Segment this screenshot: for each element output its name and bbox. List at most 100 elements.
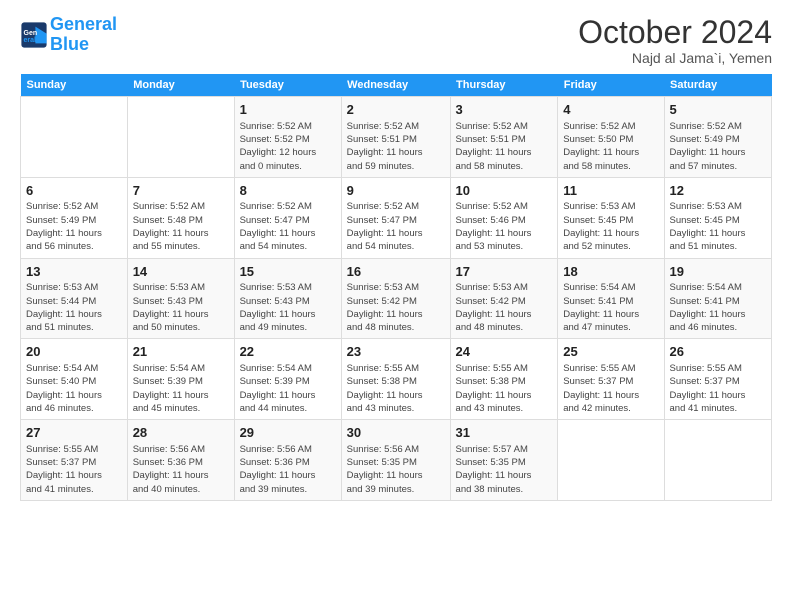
day-number: 9 [347,182,445,200]
day-info: Sunrise: 5:52 AMSunset: 5:50 PMDaylight:… [563,120,658,173]
calendar-cell: 2Sunrise: 5:52 AMSunset: 5:51 PMDaylight… [341,97,450,178]
calendar-cell: 31Sunrise: 5:57 AMSunset: 5:35 PMDayligh… [450,420,558,501]
day-number: 26 [670,343,766,361]
calendar-cell: 26Sunrise: 5:55 AMSunset: 5:37 PMDayligh… [664,339,771,420]
calendar-cell: 23Sunrise: 5:55 AMSunset: 5:38 PMDayligh… [341,339,450,420]
calendar-cell: 4Sunrise: 5:52 AMSunset: 5:50 PMDaylight… [558,97,664,178]
calendar-cell: 20Sunrise: 5:54 AMSunset: 5:40 PMDayligh… [21,339,128,420]
calendar-cell: 5Sunrise: 5:52 AMSunset: 5:49 PMDaylight… [664,97,771,178]
calendar-cell: 9Sunrise: 5:52 AMSunset: 5:47 PMDaylight… [341,177,450,258]
day-info: Sunrise: 5:54 AMSunset: 5:39 PMDaylight:… [240,362,336,415]
day-number: 22 [240,343,336,361]
weekday-header-sunday: Sunday [21,74,128,97]
day-info: Sunrise: 5:55 AMSunset: 5:38 PMDaylight:… [347,362,445,415]
day-number: 30 [347,424,445,442]
svg-text:eral: eral [24,37,37,44]
weekday-header-saturday: Saturday [664,74,771,97]
day-info: Sunrise: 5:52 AMSunset: 5:47 PMDaylight:… [240,200,336,253]
day-number: 31 [456,424,553,442]
calendar-cell: 10Sunrise: 5:52 AMSunset: 5:46 PMDayligh… [450,177,558,258]
calendar-cell: 25Sunrise: 5:55 AMSunset: 5:37 PMDayligh… [558,339,664,420]
day-number: 20 [26,343,122,361]
day-info: Sunrise: 5:53 AMSunset: 5:42 PMDaylight:… [456,281,553,334]
day-number: 17 [456,263,553,281]
calendar-cell: 24Sunrise: 5:55 AMSunset: 5:38 PMDayligh… [450,339,558,420]
calendar-cell: 11Sunrise: 5:53 AMSunset: 5:45 PMDayligh… [558,177,664,258]
day-info: Sunrise: 5:52 AMSunset: 5:51 PMDaylight:… [456,120,553,173]
day-number: 24 [456,343,553,361]
calendar-cell: 1Sunrise: 5:52 AMSunset: 5:52 PMDaylight… [234,97,341,178]
day-number: 3 [456,101,553,119]
calendar-cell: 6Sunrise: 5:52 AMSunset: 5:49 PMDaylight… [21,177,128,258]
calendar-cell: 7Sunrise: 5:52 AMSunset: 5:48 PMDaylight… [127,177,234,258]
day-info: Sunrise: 5:52 AMSunset: 5:49 PMDaylight:… [670,120,766,173]
calendar-cell [664,420,771,501]
weekday-header-row: SundayMondayTuesdayWednesdayThursdayFrid… [21,74,772,97]
day-info: Sunrise: 5:56 AMSunset: 5:36 PMDaylight:… [133,443,229,496]
day-info: Sunrise: 5:53 AMSunset: 5:45 PMDaylight:… [670,200,766,253]
calendar-cell: 27Sunrise: 5:55 AMSunset: 5:37 PMDayligh… [21,420,128,501]
week-row-1: 1Sunrise: 5:52 AMSunset: 5:52 PMDaylight… [21,97,772,178]
calendar-cell: 14Sunrise: 5:53 AMSunset: 5:43 PMDayligh… [127,258,234,339]
calendar-cell: 19Sunrise: 5:54 AMSunset: 5:41 PMDayligh… [664,258,771,339]
day-info: Sunrise: 5:55 AMSunset: 5:37 PMDaylight:… [26,443,122,496]
calendar-cell [21,97,128,178]
day-number: 25 [563,343,658,361]
day-info: Sunrise: 5:52 AMSunset: 5:46 PMDaylight:… [456,200,553,253]
day-number: 2 [347,101,445,119]
calendar-cell [127,97,234,178]
day-info: Sunrise: 5:53 AMSunset: 5:43 PMDaylight:… [133,281,229,334]
calendar-cell: 30Sunrise: 5:56 AMSunset: 5:35 PMDayligh… [341,420,450,501]
day-number: 16 [347,263,445,281]
day-number: 7 [133,182,229,200]
calendar-cell: 28Sunrise: 5:56 AMSunset: 5:36 PMDayligh… [127,420,234,501]
day-info: Sunrise: 5:54 AMSunset: 5:40 PMDaylight:… [26,362,122,415]
main-container: Gen eral GeneralBlue October 2024 Najd a… [0,0,792,511]
day-number: 4 [563,101,658,119]
weekday-header-wednesday: Wednesday [341,74,450,97]
calendar-cell: 15Sunrise: 5:53 AMSunset: 5:43 PMDayligh… [234,258,341,339]
day-info: Sunrise: 5:52 AMSunset: 5:51 PMDaylight:… [347,120,445,173]
calendar-cell: 16Sunrise: 5:53 AMSunset: 5:42 PMDayligh… [341,258,450,339]
weekday-header-monday: Monday [127,74,234,97]
day-info: Sunrise: 5:52 AMSunset: 5:47 PMDaylight:… [347,200,445,253]
month-title: October 2024 [578,15,772,50]
day-info: Sunrise: 5:53 AMSunset: 5:44 PMDaylight:… [26,281,122,334]
calendar-cell: 21Sunrise: 5:54 AMSunset: 5:39 PMDayligh… [127,339,234,420]
calendar-cell: 22Sunrise: 5:54 AMSunset: 5:39 PMDayligh… [234,339,341,420]
calendar-cell [558,420,664,501]
day-info: Sunrise: 5:52 AMSunset: 5:48 PMDaylight:… [133,200,229,253]
calendar-cell: 13Sunrise: 5:53 AMSunset: 5:44 PMDayligh… [21,258,128,339]
logo-text: GeneralBlue [50,15,117,55]
day-number: 28 [133,424,229,442]
calendar-table: SundayMondayTuesdayWednesdayThursdayFrid… [20,74,772,501]
logo: Gen eral GeneralBlue [20,15,117,55]
day-number: 8 [240,182,336,200]
day-number: 23 [347,343,445,361]
weekday-header-thursday: Thursday [450,74,558,97]
day-number: 14 [133,263,229,281]
week-row-5: 27Sunrise: 5:55 AMSunset: 5:37 PMDayligh… [21,420,772,501]
calendar-cell: 17Sunrise: 5:53 AMSunset: 5:42 PMDayligh… [450,258,558,339]
week-row-4: 20Sunrise: 5:54 AMSunset: 5:40 PMDayligh… [21,339,772,420]
day-info: Sunrise: 5:52 AMSunset: 5:49 PMDaylight:… [26,200,122,253]
day-number: 12 [670,182,766,200]
day-number: 11 [563,182,658,200]
day-info: Sunrise: 5:56 AMSunset: 5:35 PMDaylight:… [347,443,445,496]
day-number: 1 [240,101,336,119]
day-info: Sunrise: 5:53 AMSunset: 5:45 PMDaylight:… [563,200,658,253]
calendar-cell: 3Sunrise: 5:52 AMSunset: 5:51 PMDaylight… [450,97,558,178]
day-info: Sunrise: 5:55 AMSunset: 5:38 PMDaylight:… [456,362,553,415]
week-row-2: 6Sunrise: 5:52 AMSunset: 5:49 PMDaylight… [21,177,772,258]
day-number: 15 [240,263,336,281]
location-title: Najd al Jama`i, Yemen [578,50,772,66]
day-number: 19 [670,263,766,281]
day-info: Sunrise: 5:55 AMSunset: 5:37 PMDaylight:… [670,362,766,415]
day-number: 18 [563,263,658,281]
calendar-cell: 29Sunrise: 5:56 AMSunset: 5:36 PMDayligh… [234,420,341,501]
calendar-cell: 18Sunrise: 5:54 AMSunset: 5:41 PMDayligh… [558,258,664,339]
day-info: Sunrise: 5:57 AMSunset: 5:35 PMDaylight:… [456,443,553,496]
day-number: 10 [456,182,553,200]
day-number: 6 [26,182,122,200]
title-block: October 2024 Najd al Jama`i, Yemen [578,15,772,66]
